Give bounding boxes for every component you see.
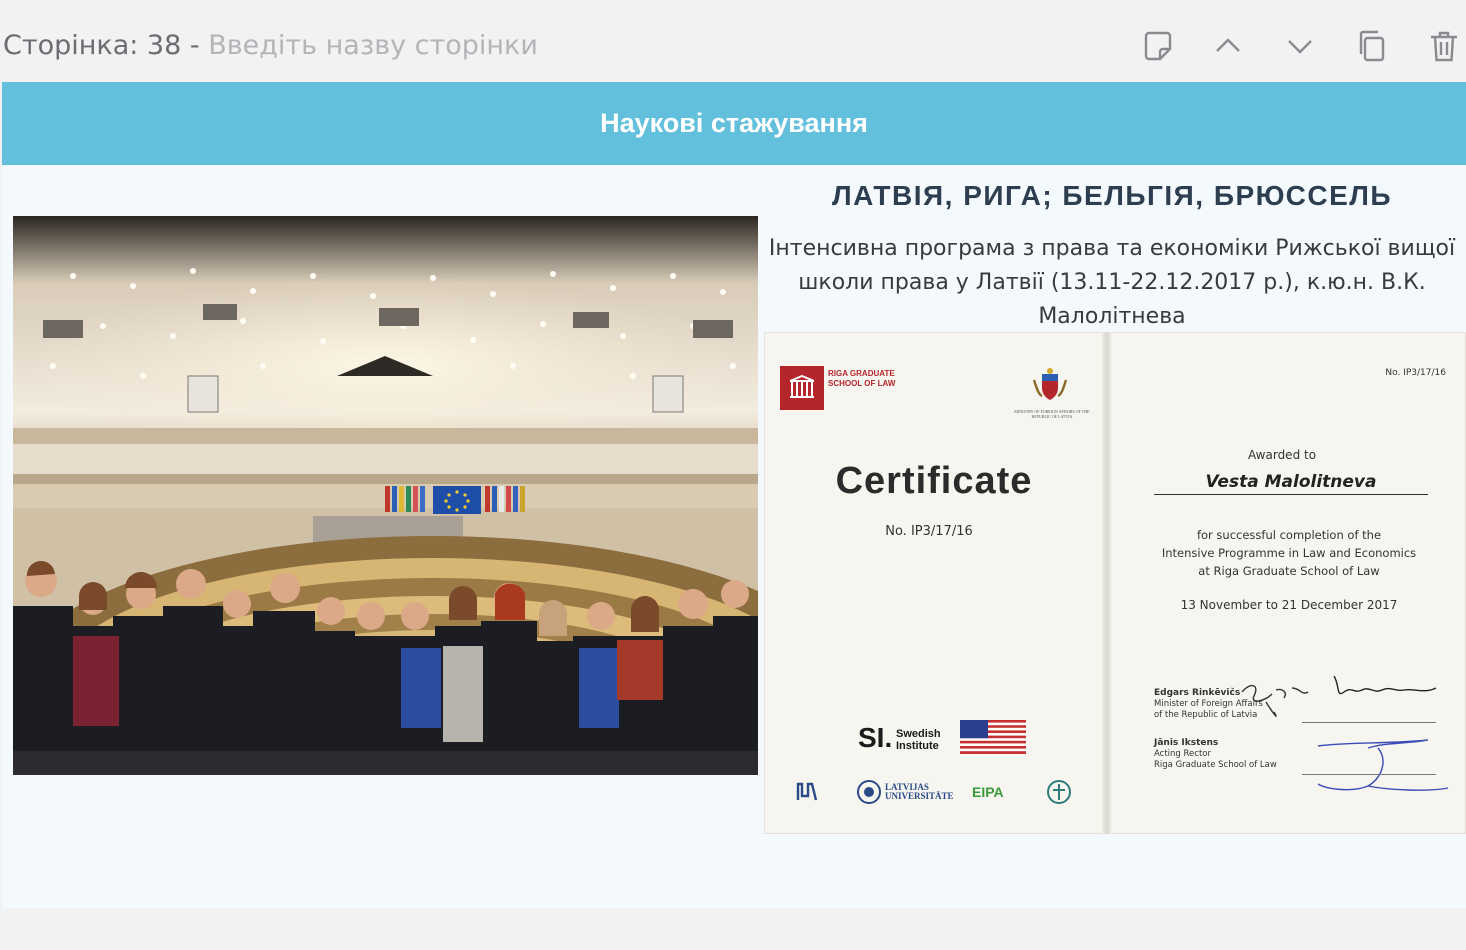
ministry-caption: MINISTRY OF FOREIGN AFFAIRS OF THE REPUB…	[1014, 409, 1090, 419]
signature-line-2	[1302, 774, 1436, 775]
completion-line2: Intensive Programme in Law and Economics	[1161, 546, 1417, 560]
si-line2: Institute	[896, 740, 939, 752]
lu-seal-icon	[857, 780, 881, 804]
move-down-button[interactable]	[1280, 26, 1320, 66]
certificate-title: Certificate	[835, 460, 1033, 502]
location-heading: ЛАТВІЯ, РИГА; БЕЛЬГІЯ, БРЮССЕЛЬ	[831, 180, 1393, 211]
page-label[interactable]: Сторінка: 38 - Введіть назву сторінки	[3, 28, 538, 64]
move-up-button[interactable]	[1208, 26, 1248, 66]
page-title-input[interactable]: Введіть назву сторінки	[208, 30, 538, 61]
lia-logo	[792, 778, 820, 806]
note-icon	[1144, 31, 1172, 61]
lu-name: LATVIJAS UNIVERSITĀTE	[885, 782, 954, 801]
slide-canvas[interactable]: Наукові стажування ЛАТВІЯ, РИГА; БЕЛЬГІЯ…	[2, 82, 1466, 908]
rector-signature-icon	[1317, 739, 1449, 791]
rsu-seal-icon	[1047, 780, 1071, 804]
si-line1: Swedish	[896, 728, 941, 740]
awardee-name: Vesta Malolitneva	[1154, 472, 1428, 495]
certificate-right-page: No. IP3/17/16 Awarded to Vesta Malolitne…	[1112, 332, 1466, 834]
completion-line1: for successful completion of the	[1196, 528, 1382, 542]
page-number: Сторінка: 38 -	[3, 30, 209, 61]
signature-line-1	[1302, 722, 1436, 723]
eipa-name: EIPA	[972, 784, 1004, 800]
trash-icon	[1431, 31, 1457, 62]
certificate-scan: RIGA GRADUATE SCHOOL OF LAW MINISTRY OF …	[764, 332, 1466, 834]
signer1-name: Edgars Rinkēvičs	[1154, 688, 1241, 698]
signer2-role1: Acting Rector	[1154, 749, 1211, 759]
certificate-number: No. IP3/17/16	[885, 524, 973, 539]
signer2-name: Jānis Ikstens	[1154, 738, 1219, 748]
us-flag-icon	[960, 720, 1026, 754]
latvijas-universitate-logo: LATVIJAS UNIVERSITĀTE	[856, 778, 954, 806]
chevron-down-icon	[1288, 40, 1312, 54]
swedish-institute-logo: SI.	[858, 722, 893, 753]
lia-icon	[796, 782, 818, 801]
certificate-left-page: RIGA GRADUATE SCHOOL OF LAW MINISTRY OF …	[764, 332, 1104, 834]
chevron-up-icon	[1216, 38, 1240, 52]
slide-header: Наукові стажування	[2, 82, 1466, 165]
rgsl-logo-icon	[780, 366, 824, 410]
eipa-logo: EIPA	[972, 778, 1004, 806]
internship-description: Інтенсивна програма з права та економіки…	[768, 236, 1456, 329]
minister-signature-icon	[1241, 675, 1437, 717]
slide-title: Наукові стажування	[600, 108, 868, 138]
completion-text: for successful completion of the Intensi…	[1112, 526, 1466, 580]
programme-dates: 13 November to 21 December 2017	[1180, 598, 1398, 612]
latvia-coat-of-arms-icon	[1032, 368, 1068, 400]
duplicate-button[interactable]	[1352, 26, 1392, 66]
rsu-logo	[1046, 778, 1072, 806]
rgsl-name: RIGA GRADUATE SCHOOL OF LAW	[828, 369, 896, 388]
completion-line3: at Riga Graduate School of Law	[1198, 564, 1380, 578]
signer-rector: Jānis Ikstens Acting Rector Riga Graduat…	[1154, 738, 1277, 771]
delete-button[interactable]	[1424, 26, 1464, 66]
certificate-number-right: No. IP3/17/16	[1385, 368, 1446, 378]
signer2-role2: Riga Graduate School of Law	[1154, 760, 1277, 770]
awarded-to-label: Awarded to	[1247, 448, 1317, 462]
note-button[interactable]	[1138, 26, 1178, 66]
group-photo	[13, 216, 758, 775]
copy-icon	[1359, 30, 1385, 62]
page-toolbar: Сторінка: 38 - Введіть назву сторінки	[0, 0, 1466, 82]
swedish-institute-name: Swedish Institute	[896, 728, 941, 752]
